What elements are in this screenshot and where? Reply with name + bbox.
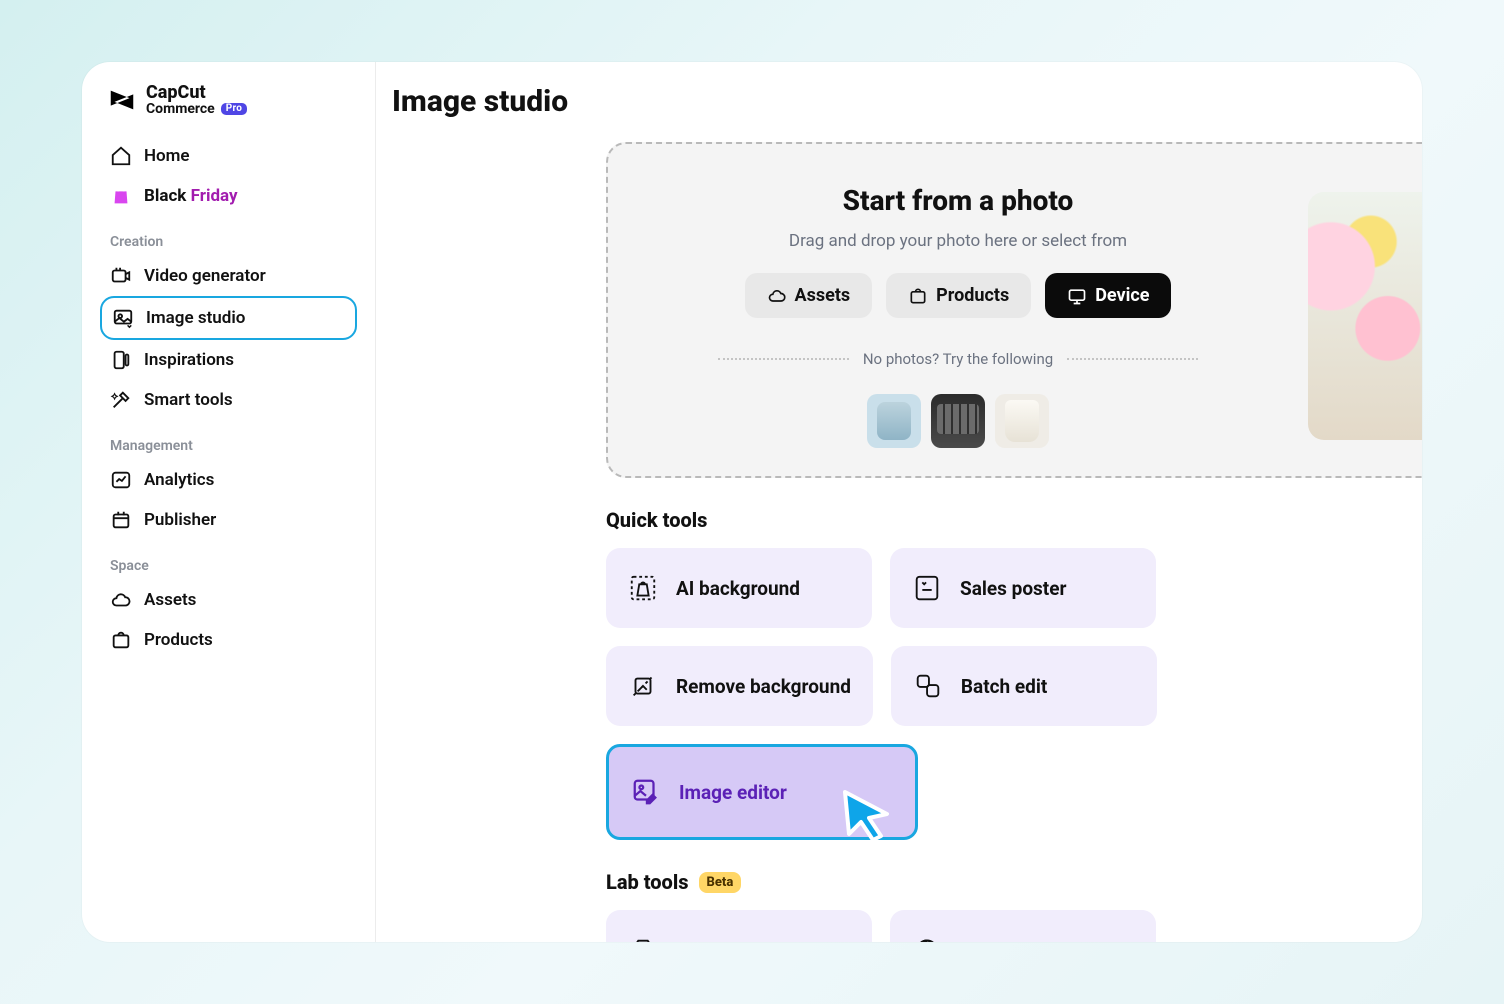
tool-sales-poster[interactable]: Sales poster [890, 548, 1156, 628]
tool-batch-edit[interactable]: Batch edit [891, 646, 1157, 726]
sidebar-section-space: Space [100, 540, 357, 580]
tool-label: Remove background [676, 675, 851, 698]
tool-ai-background[interactable]: AI background [606, 548, 872, 628]
image-studio-icon [112, 307, 134, 329]
sidebar-item-inspirations[interactable]: Inspirations [100, 340, 357, 380]
sidebar-item-label: Home [144, 146, 190, 166]
sidebar-item-label: Black Friday [144, 186, 238, 206]
lab-tools-grid: AI model AI shadows [606, 910, 1422, 942]
sidebar-item-analytics[interactable]: Analytics [100, 460, 357, 500]
sample-photo-1[interactable] [867, 394, 921, 448]
button-label: Assets [795, 285, 851, 306]
hero-title: Start from a photo [843, 184, 1074, 217]
hero-subtitle: Drag and drop your photo here or select … [789, 231, 1127, 251]
black-friday-black: Black [144, 186, 186, 206]
cloud-icon [110, 589, 132, 611]
home-icon [110, 145, 132, 167]
sidebar-item-label: Assets [144, 590, 196, 610]
black-friday-friday: Friday [191, 186, 238, 206]
ai-model-icon [628, 935, 658, 942]
publisher-icon [110, 509, 132, 531]
brand: CapCut Commerce Pro [100, 84, 357, 136]
app-frame: CapCut Commerce Pro Home Black Friday [82, 62, 1422, 942]
shopping-bag-icon [110, 185, 132, 207]
tool-label: Batch edit [961, 675, 1047, 698]
smart-tools-icon [110, 389, 132, 411]
products-icon [110, 629, 132, 651]
tool-label: AI model [676, 939, 752, 943]
products-source-button[interactable]: Products [886, 273, 1031, 318]
image-editor-icon [631, 777, 661, 807]
tool-image-editor[interactable]: Image editor [606, 744, 918, 840]
sidebar-item-smart-tools[interactable]: Smart tools [100, 380, 357, 420]
sidebar-item-label: Smart tools [144, 390, 233, 410]
sidebar-section-management: Management [100, 420, 357, 460]
video-generator-icon [110, 265, 132, 287]
brand-line2-text: Commerce [146, 102, 215, 116]
remove-background-icon [628, 671, 658, 701]
sidebar-item-label: Inspirations [144, 350, 234, 370]
device-source-button[interactable]: Device [1045, 273, 1171, 318]
sidebar-item-black-friday[interactable]: Black Friday [100, 176, 357, 216]
sidebar-item-products[interactable]: Products [100, 620, 357, 660]
sample-photo-2[interactable] [931, 394, 985, 448]
lab-tools-title: Lab tools Beta [606, 870, 1422, 894]
divider-line [718, 358, 849, 360]
tool-label: AI background [676, 577, 800, 600]
tool-remove-background[interactable]: Remove background [606, 646, 873, 726]
sidebar-item-home[interactable]: Home [100, 136, 357, 176]
sidebar-item-video-generator[interactable]: Video generator [100, 256, 357, 296]
brand-line1: CapCut [146, 84, 247, 102]
assets-source-button[interactable]: Assets [745, 273, 873, 318]
no-photos-divider: No photos? Try the following [718, 350, 1198, 368]
tool-label: Image editor [679, 781, 787, 804]
quick-tools-title: Quick tools [606, 508, 1422, 532]
hero-left: Start from a photo Drag and drop your ph… [608, 184, 1308, 448]
ai-shadows-icon [912, 935, 942, 942]
tool-ai-shadows[interactable]: AI shadows [890, 910, 1156, 942]
tool-label: AI shadows [960, 939, 1059, 943]
hero-dropzone[interactable]: Start from a photo Drag and drop your ph… [606, 142, 1422, 478]
sample-photo-3[interactable] [995, 394, 1049, 448]
sidebar-item-assets[interactable]: Assets [100, 580, 357, 620]
tool-label: Sales poster [960, 577, 1066, 600]
sample-photos [867, 394, 1049, 448]
sales-poster-icon [912, 573, 942, 603]
beta-badge: Beta [699, 872, 742, 893]
products-icon [908, 286, 928, 306]
sidebar-item-image-studio[interactable]: Image studio [100, 296, 357, 340]
batch-edit-icon [913, 671, 943, 701]
quick-tools-grid: AI background Sales poster Remove backgr… [606, 548, 1422, 840]
hero-preview-image [1308, 192, 1422, 440]
no-photos-text: No photos? Try the following [863, 350, 1053, 368]
section-title-text: Lab tools [606, 870, 689, 894]
page-title: Image studio [392, 84, 1422, 119]
sidebar-section-creation: Creation [100, 216, 357, 256]
pro-badge: Pro [221, 103, 248, 115]
sidebar-item-label: Analytics [144, 470, 214, 490]
sidebar-item-publisher[interactable]: Publisher [100, 500, 357, 540]
content: Start from a photo Drag and drop your ph… [376, 142, 1422, 942]
sidebar: CapCut Commerce Pro Home Black Friday [82, 62, 376, 942]
cloud-icon [767, 286, 787, 306]
section-title-text: Quick tools [606, 508, 707, 532]
capcut-logo-icon [106, 84, 138, 116]
sidebar-item-label: Publisher [144, 510, 216, 530]
sidebar-item-label: Products [144, 630, 213, 650]
button-label: Device [1095, 285, 1149, 306]
analytics-icon [110, 469, 132, 491]
sidebar-item-label: Image studio [146, 308, 245, 328]
brand-line2: Commerce Pro [146, 102, 247, 116]
cursor-icon [837, 786, 897, 851]
button-label: Products [936, 285, 1009, 306]
ai-background-icon [628, 573, 658, 603]
main: Image studio Start from a photo Drag and… [376, 62, 1422, 942]
device-icon [1067, 286, 1087, 306]
brand-text: CapCut Commerce Pro [146, 84, 247, 116]
inspirations-icon [110, 349, 132, 371]
sidebar-item-label: Video generator [144, 266, 266, 286]
divider-line [1067, 358, 1198, 360]
hero-buttons: Assets Products Device [745, 273, 1172, 318]
tool-ai-model[interactable]: AI model [606, 910, 872, 942]
